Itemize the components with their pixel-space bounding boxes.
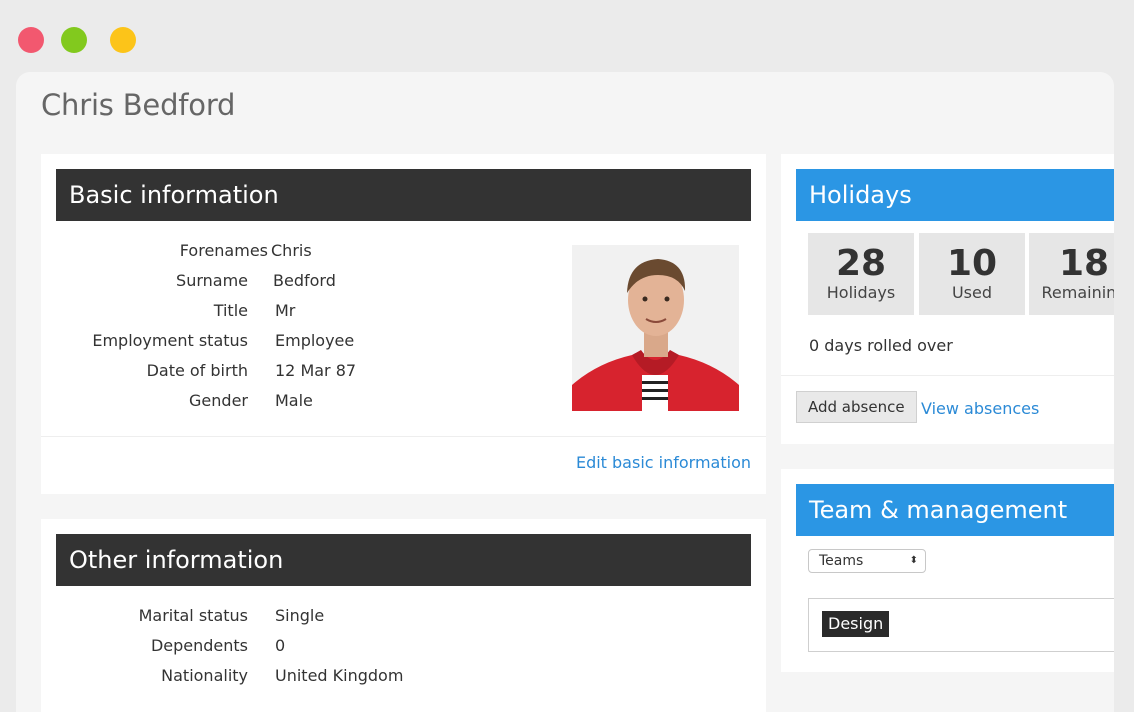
window-zoom-dot[interactable] [61,27,87,53]
window-minimize-dot[interactable] [110,27,136,53]
field-label: Employment status [92,331,248,350]
teams-select-value: Teams [819,553,864,569]
field-label: Surname [176,271,248,290]
view-absences-link[interactable]: View absences [921,399,1039,418]
field-label: Date of birth [146,361,248,380]
field-value: Male [275,391,313,410]
edit-basic-information-link[interactable]: Edit basic information [576,453,751,472]
stat-value: 10 [946,243,998,284]
stat-caption: Holidays [826,283,896,302]
stat-caption: Used [951,283,993,302]
field-value: Bedford [273,271,336,290]
field-value: Mr [275,301,296,320]
card-divider [781,375,1114,376]
teams-select[interactable]: Teams ⬍ [808,549,926,573]
card-divider [41,436,766,437]
team-management-card: Team & management Teams ⬍ Design [781,469,1114,672]
field-value: Single [275,606,325,625]
field-value: 12 Mar 87 [275,361,357,380]
stat-remaining: 18 Remaining [1029,233,1114,315]
select-arrows-icon: ⬍ [909,555,918,566]
basic-information-header: Basic information [56,169,751,221]
profile-photo [572,245,739,411]
field-value: Employee [275,331,355,350]
stat-holidays: 28 Holidays [808,233,914,315]
team-management-header: Team & management [796,484,1114,536]
field-label: Nationality [161,666,248,685]
basic-information-card: Basic information Forenames Chris Surnam… [41,154,766,494]
field-value: Chris [271,241,312,260]
stat-value: 28 [835,243,887,284]
stat-caption: Remaining [1041,283,1114,302]
field-label: Forenames [179,241,268,260]
other-information-header: Other information [56,534,751,586]
window-close-dot[interactable] [18,27,44,53]
field-label: Title [213,301,248,320]
holidays-card: Holidays 28 Holidays 10 Used 18 Remainin… [781,154,1114,444]
page-title: Chris Bedford [41,88,236,122]
field-value: 0 [275,636,286,655]
rolled-over-text: 0 days rolled over [809,336,953,355]
field-value: United Kingdom [275,666,404,685]
field-label: Gender [189,391,248,410]
stat-used: 10 Used [919,233,1025,315]
holidays-header: Holidays [796,169,1114,221]
other-information-card: Other information Marital status Single … [41,519,766,712]
teams-list: Design [808,598,1114,652]
field-label: Dependents [150,636,248,655]
field-label: Marital status [138,606,248,625]
add-absence-button[interactable]: Add absence [796,391,917,423]
app-window: Chris Bedford Basic information Forename… [16,72,1114,712]
team-tag-design[interactable]: Design [822,611,890,637]
stat-value: 18 [1058,243,1110,284]
